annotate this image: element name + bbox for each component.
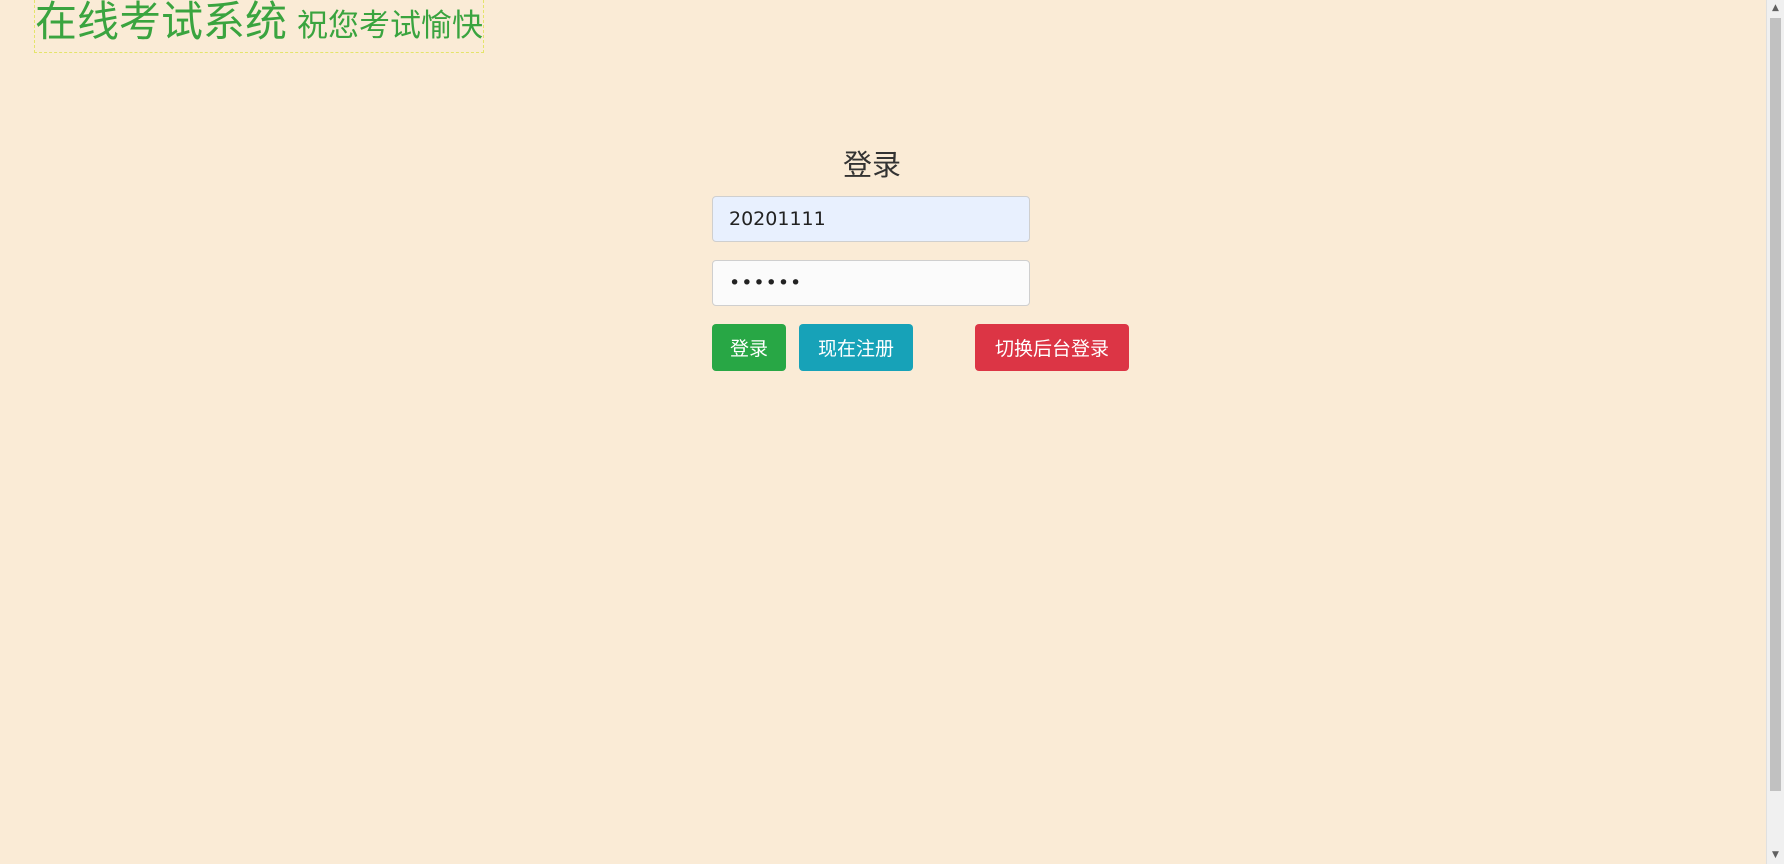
site-subtitle: 祝您考试愉快 [297,8,484,44]
scroll-thumb[interactable] [1770,18,1781,791]
scroll-down-icon[interactable]: ▼ [1767,847,1784,864]
login-heading: 登录 [842,148,901,182]
site-brand: 在线考试系统 祝您考试愉快 [34,0,485,53]
password-input[interactable] [712,260,1030,306]
site-title: 在线考试系统 [35,0,288,46]
login-button[interactable]: 登录 [712,324,786,371]
username-input[interactable] [712,196,1030,242]
scroll-up-icon[interactable]: ▲ [1767,0,1784,17]
admin-login-button[interactable]: 切换后台登录 [975,324,1129,371]
register-button[interactable]: 现在注册 [799,324,913,371]
login-page: 在线考试系统 祝您考试愉快 登录 登录 现在注册 切换后台登录 [0,0,1766,864]
vertical-scrollbar[interactable]: ▲ ▼ [1766,0,1784,864]
